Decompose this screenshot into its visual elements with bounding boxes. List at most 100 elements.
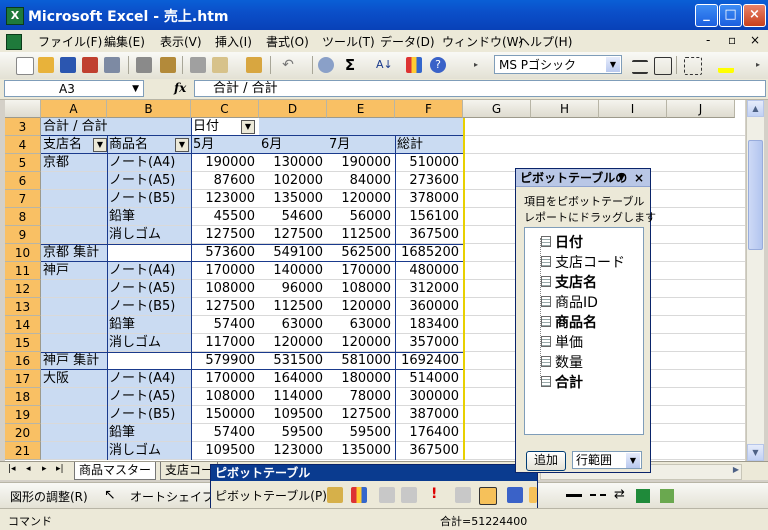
pivot-cell[interactable] <box>107 118 191 135</box>
scroll-down-button[interactable]: ▼ <box>747 444 764 461</box>
column-header[interactable]: C <box>191 100 259 118</box>
pivot-cell[interactable]: ノート(B5) <box>107 298 191 315</box>
pivot-cell[interactable]: 180000 <box>327 370 395 387</box>
row-header[interactable]: 13 <box>5 298 41 316</box>
pivot-cell[interactable]: 170000 <box>191 370 259 387</box>
field-list-item[interactable]: 数量 <box>541 352 583 372</box>
permission-icon[interactable] <box>82 57 98 73</box>
row-header[interactable]: 12 <box>5 280 41 298</box>
pivot-cell[interactable]: 480000 <box>395 262 463 279</box>
pivot-cell[interactable]: 360000 <box>395 298 463 315</box>
field-list-item[interactable]: 支店コード <box>541 252 625 272</box>
row-header[interactable]: 14 <box>5 316 41 334</box>
field-list-item[interactable]: 商品ID <box>541 292 598 312</box>
pivot-cell[interactable]: 112500 <box>259 298 327 315</box>
pivot-cell[interactable]: 140000 <box>259 262 327 279</box>
pivot-table-menu[interactable]: ピボットテーブル(P) <box>215 487 327 504</box>
pivot-cell[interactable]: 鉛筆 <box>107 424 191 441</box>
format-report-icon[interactable] <box>327 487 343 503</box>
pivot-cell[interactable] <box>41 334 107 351</box>
select-pointer-icon[interactable]: ↖ <box>104 487 116 503</box>
chevron-down-icon[interactable]: ▼ <box>626 453 640 468</box>
field-settings-icon[interactable] <box>507 487 523 503</box>
pivot-cell[interactable]: 367500 <box>395 442 463 459</box>
pivot-cell[interactable] <box>41 172 107 189</box>
prev-sheet-button[interactable]: ◂ <box>26 464 31 474</box>
pivot-cell[interactable]: 84000 <box>327 172 395 189</box>
pivot-cell[interactable]: 神戸 <box>41 262 107 279</box>
scroll-up-button[interactable]: ▲ <box>747 100 764 117</box>
pivot-cell[interactable] <box>41 280 107 297</box>
menu-view[interactable]: 表示(V) <box>160 33 202 50</box>
select-all-corner[interactable] <box>5 100 41 118</box>
menu-help[interactable]: ヘルプ(H) <box>518 33 572 50</box>
pivot-cell[interactable]: 130000 <box>259 154 327 171</box>
pivot-cell[interactable]: 神戸 集計 <box>41 352 107 369</box>
pivot-cell[interactable]: 108000 <box>191 388 259 405</box>
add-field-button[interactable]: 追加 <box>526 451 566 471</box>
autosum-icon[interactable]: Σ <box>342 57 358 73</box>
product-field-dropdown[interactable]: ▼ <box>175 138 189 152</box>
pivot-cell[interactable]: ノート(A4) <box>107 370 191 387</box>
pivot-cell[interactable]: 京都 <box>41 154 107 171</box>
pivot-cell[interactable]: ノート(A4) <box>107 154 191 171</box>
line-style-icon[interactable] <box>566 494 582 497</box>
font-name-select[interactable]: MS Pゴシック ▼ <box>494 55 622 74</box>
toolbar-options-icon[interactable]: ▸ <box>756 60 760 69</box>
pivot-cell[interactable]: 合計 / 合計 <box>41 118 107 135</box>
sheet-tab-product-master[interactable]: 商品マスター <box>74 462 157 480</box>
pivot-cell[interactable]: ノート(B5) <box>107 406 191 423</box>
pivot-cell[interactable]: 123000 <box>191 190 259 207</box>
pivot-cell[interactable]: 消しゴム <box>107 442 191 459</box>
column-header[interactable]: B <box>107 100 191 118</box>
row-header[interactable]: 10 <box>5 244 41 262</box>
excel-app-icon[interactable]: X <box>6 7 24 25</box>
document-icon[interactable] <box>6 34 22 50</box>
pivot-cell[interactable] <box>107 352 191 369</box>
pivot-cell[interactable]: 176400 <box>395 424 463 441</box>
name-box[interactable]: A3 ▼ <box>4 80 144 97</box>
row-header[interactable]: 6 <box>5 172 41 190</box>
pivot-cell[interactable]: 消しゴム <box>107 334 191 351</box>
chevron-down-icon[interactable]: ▼ <box>618 169 625 187</box>
field-list-item[interactable]: 単価 <box>541 332 583 352</box>
toolbar-options-icon[interactable]: ▸ <box>474 60 478 69</box>
pivot-cell[interactable]: 312000 <box>395 280 463 297</box>
pivot-cell[interactable]: 127500 <box>191 298 259 315</box>
close-icon[interactable]: × <box>634 169 644 187</box>
field-list-item[interactable]: 商品名 <box>541 312 597 332</box>
draw-adjust-menu[interactable]: 図形の調整(R) <box>10 488 88 505</box>
pivot-cell[interactable]: 378000 <box>395 190 463 207</box>
menu-window[interactable]: ウィンドウ(W) <box>442 33 523 50</box>
pivot-cell[interactable] <box>41 406 107 423</box>
pivot-cell[interactable] <box>327 118 395 135</box>
doc-minimize-button[interactable]: - <box>706 33 710 47</box>
pivot-cell[interactable] <box>41 298 107 315</box>
column-header[interactable]: F <box>395 100 463 118</box>
pivot-cell[interactable] <box>41 316 107 333</box>
show-field-list-icon[interactable] <box>529 487 537 503</box>
pivot-cell[interactable]: 鉛筆 <box>107 208 191 225</box>
arrow-style-icon[interactable]: ⇄ <box>614 487 625 502</box>
row-header[interactable]: 9 <box>5 226 41 244</box>
field-list-item[interactable]: 支店名 <box>541 272 597 292</box>
new-icon[interactable] <box>16 57 34 75</box>
menu-format[interactable]: 書式(O) <box>266 33 309 50</box>
pivot-cell[interactable]: 57400 <box>191 424 259 441</box>
3d-icon[interactable] <box>660 489 674 503</box>
pivot-cell[interactable]: 109500 <box>191 442 259 459</box>
pivot-cell[interactable]: 6月 <box>259 136 327 153</box>
column-header[interactable]: H <box>531 100 599 118</box>
pivot-cell[interactable]: 127500 <box>327 406 395 423</box>
pivot-cell[interactable] <box>41 424 107 441</box>
pivot-cell[interactable]: 京都 集計 <box>41 244 107 261</box>
align-center-icon[interactable] <box>632 60 648 74</box>
chart-wizard-icon[interactable] <box>406 57 422 73</box>
sort-ascending-icon[interactable]: A↓ <box>376 57 393 73</box>
cut-icon[interactable] <box>190 57 206 73</box>
row-header[interactable]: 11 <box>5 262 41 280</box>
row-header[interactable]: 4 <box>5 136 41 154</box>
date-field-dropdown[interactable]: ▼ <box>241 120 255 134</box>
pivot-cell[interactable] <box>41 388 107 405</box>
pivot-toolbar-title[interactable]: ピボットテーブル <box>211 465 537 481</box>
